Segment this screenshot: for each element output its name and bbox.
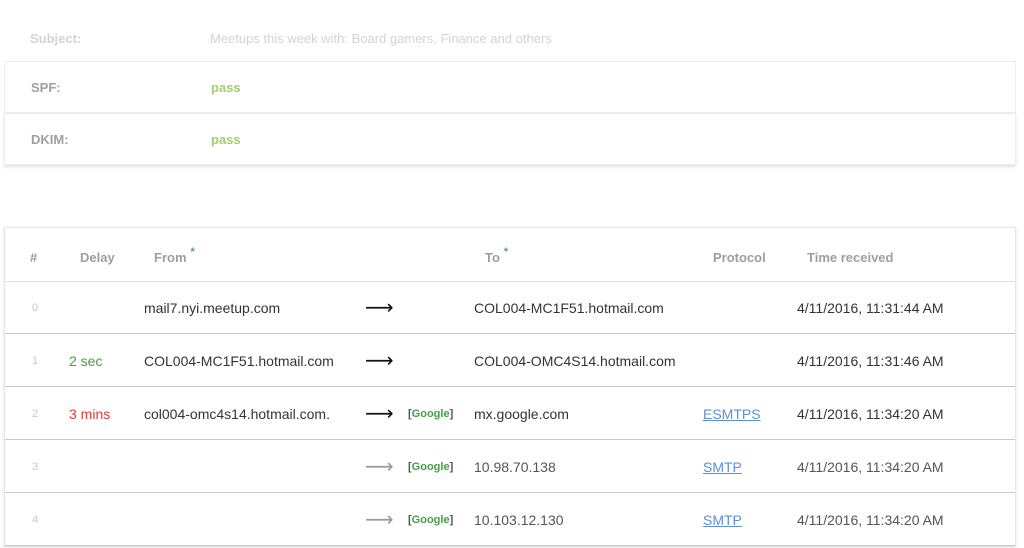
- from-required-star: *: [190, 246, 195, 258]
- dkim-row: DKIM: pass: [4, 113, 1016, 165]
- badge-close: ]: [449, 461, 454, 473]
- column-header-protocol: Protocol: [713, 250, 766, 265]
- dkim-label: DKIM:: [31, 132, 69, 147]
- column-header-to-label: To: [485, 250, 500, 265]
- column-header-index: #: [30, 250, 38, 265]
- column-header-from: From *: [154, 228, 195, 289]
- spf-status: pass: [211, 80, 241, 95]
- spf-row: SPF: pass: [4, 61, 1016, 113]
- table-row: 2 3 mins col004-omc4s14.hotmail.com. ⟶ […: [5, 387, 1015, 440]
- hop-index: 2: [32, 408, 39, 420]
- hop-index: 3: [32, 461, 39, 473]
- protocol-link[interactable]: SMTP: [703, 493, 742, 548]
- received-hops-table: # Delay From * To * Protocol Time received…: [4, 227, 1016, 547]
- message-info-card: Subject: Meetups this week with: Board g…: [4, 12, 1016, 165]
- column-header-to: To *: [485, 228, 508, 289]
- table-row: 4 ⟶ [Google] 10.103.12.130 SMTP 4/11/201…: [5, 493, 1015, 546]
- badge-close: ]: [449, 408, 454, 420]
- hop-to: COL004-MC1F51.hotmail.com: [474, 300, 664, 316]
- dkim-status: pass: [211, 132, 241, 147]
- table-row: 0 mail7.nyi.meetup.com ⟶ COL004-MC1F51.h…: [5, 281, 1015, 334]
- badge-close: ]: [449, 514, 454, 526]
- badge-name: Google: [411, 408, 450, 420]
- arrow-right-icon: ⟶: [365, 509, 394, 531]
- spf-label: SPF:: [31, 80, 61, 95]
- badge-name: Google: [411, 461, 450, 473]
- hop-from: COL004-MC1F51.hotmail.com: [144, 353, 334, 369]
- hop-delay: 2 sec: [69, 353, 103, 369]
- hop-delay: 3 mins: [69, 406, 111, 422]
- badge-name: Google: [411, 514, 450, 526]
- table-header: # Delay From * To * Protocol Time received: [5, 228, 1015, 282]
- arrow-right-icon: ⟶: [365, 403, 394, 425]
- hop-time: 4/11/2016, 11:34:20 AM: [797, 459, 944, 475]
- subject-value: Meetups this week with: Board gamers, Fi…: [210, 31, 552, 46]
- hop-time: 4/11/2016, 11:34:20 AM: [797, 406, 944, 422]
- hop-to: 10.103.12.130: [474, 512, 564, 528]
- arrow-right-icon: ⟶: [365, 350, 394, 372]
- hop-index: 0: [32, 302, 39, 314]
- hop-time: 4/11/2016, 11:31:44 AM: [797, 300, 944, 316]
- table-row: 1 2 sec COL004-MC1F51.hotmail.com ⟶ COL0…: [5, 334, 1015, 387]
- to-required-star: *: [503, 246, 509, 258]
- google-badge: [Google]: [408, 440, 453, 495]
- subject-label: Subject:: [30, 31, 82, 46]
- arrow-right-icon: ⟶: [365, 297, 394, 319]
- hop-index: 1: [32, 355, 39, 367]
- hop-time: 4/11/2016, 11:34:20 AM: [797, 512, 944, 528]
- column-header-from-label: From: [154, 250, 187, 265]
- arrow-right-icon: ⟶: [365, 456, 394, 478]
- table-row: 3 ⟶ [Google] 10.98.70.138 SMTP 4/11/2016…: [5, 440, 1015, 493]
- protocol-link[interactable]: SMTP: [703, 440, 742, 495]
- hop-from: col004-omc4s14.hotmail.com.: [144, 406, 330, 422]
- hop-time: 4/11/2016, 11:31:46 AM: [797, 353, 944, 369]
- column-header-delay: Delay: [80, 250, 115, 265]
- google-badge: [Google]: [408, 387, 453, 442]
- google-badge: [Google]: [408, 493, 453, 548]
- subject-row: Subject: Meetups this week with: Board g…: [4, 14, 1016, 66]
- column-header-time: Time received: [807, 250, 894, 265]
- hop-from: mail7.nyi.meetup.com: [144, 300, 281, 316]
- hop-to: COL004-OMC4S14.hotmail.com: [474, 353, 676, 369]
- protocol-link[interactable]: ESMTPS: [703, 387, 761, 442]
- hop-to: 10.98.70.138: [474, 459, 556, 475]
- hop-index: 4: [32, 514, 39, 526]
- hop-to: mx.google.com: [474, 406, 569, 422]
